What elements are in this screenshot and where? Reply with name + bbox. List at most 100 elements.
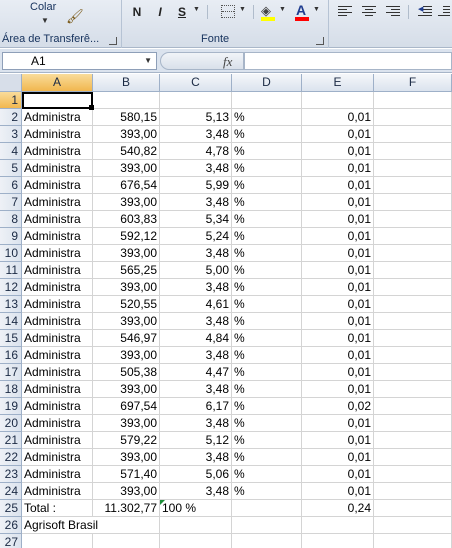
cell-e18[interactable]: 0,01: [302, 381, 374, 398]
cell-a22[interactable]: Administra: [22, 449, 93, 466]
cell-f14[interactable]: [374, 313, 452, 330]
cell-e23[interactable]: 0,01: [302, 466, 374, 483]
cell-e16[interactable]: 0,01: [302, 347, 374, 364]
cell-a10[interactable]: Administra: [22, 245, 93, 262]
cell-a15[interactable]: Administra: [22, 330, 93, 347]
cell-d15[interactable]: %: [232, 330, 302, 347]
cell-f17[interactable]: [374, 364, 452, 381]
row-header-23[interactable]: 23: [0, 466, 22, 483]
cell-e27[interactable]: [302, 534, 374, 548]
row-header-17[interactable]: 17: [0, 364, 22, 381]
cell-f20[interactable]: [374, 415, 452, 432]
cell-c1[interactable]: [160, 92, 232, 109]
cell-e15[interactable]: 0,01: [302, 330, 374, 347]
cell-d6[interactable]: %: [232, 177, 302, 194]
cell-e12[interactable]: 0,01: [302, 279, 374, 296]
cell-d20[interactable]: %: [232, 415, 302, 432]
cell-c14[interactable]: 3,48: [160, 313, 232, 330]
cell-b25[interactable]: 11.302,77: [93, 500, 160, 517]
paste-dropdown-icon[interactable]: ▼: [41, 16, 49, 25]
format-painter-icon[interactable]: 🖌: [66, 8, 84, 25]
cell-d7[interactable]: %: [232, 194, 302, 211]
borders-icon[interactable]: [221, 5, 235, 18]
cell-b19[interactable]: 697,54: [93, 398, 160, 415]
cell-b18[interactable]: 393,00: [93, 381, 160, 398]
cell-f22[interactable]: [374, 449, 452, 466]
cell-a27[interactable]: [22, 534, 93, 548]
cell-d27[interactable]: [232, 534, 302, 548]
cell-f7[interactable]: [374, 194, 452, 211]
cell-b11[interactable]: 565,25: [93, 262, 160, 279]
cell-f12[interactable]: [374, 279, 452, 296]
row-header-10[interactable]: 10: [0, 245, 22, 262]
insert-function-button[interactable]: fx: [223, 54, 232, 70]
row-header-21[interactable]: 21: [0, 432, 22, 449]
row-header-13[interactable]: 13: [0, 296, 22, 313]
cell-a13[interactable]: Administra: [22, 296, 93, 313]
cell-e24[interactable]: 0,01: [302, 483, 374, 500]
cell-b3[interactable]: 393,00: [93, 126, 160, 143]
row-header-3[interactable]: 3: [0, 126, 22, 143]
cell-c20[interactable]: 3,48: [160, 415, 232, 432]
cell-a26[interactable]: Agrisoft Brasil: [22, 517, 98, 534]
underline-dropdown-icon[interactable]: ▼: [193, 6, 200, 13]
cell-b2[interactable]: 580,15: [93, 109, 160, 126]
cell-e26[interactable]: [302, 517, 374, 534]
cell-f6[interactable]: [374, 177, 452, 194]
cell-a24[interactable]: Administra: [22, 483, 93, 500]
cell-a20[interactable]: Administra: [22, 415, 93, 432]
cell-f19[interactable]: [374, 398, 452, 415]
cell-c6[interactable]: 5,99: [160, 177, 232, 194]
row-header-20[interactable]: 20: [0, 415, 22, 432]
cell-f15[interactable]: [374, 330, 452, 347]
cell-d25[interactable]: [232, 500, 302, 517]
cell-d21[interactable]: %: [232, 432, 302, 449]
cell-c15[interactable]: 4,84: [160, 330, 232, 347]
row-header-7[interactable]: 7: [0, 194, 22, 211]
cell-a6[interactable]: Administra: [22, 177, 93, 194]
cell-e19[interactable]: 0,02: [302, 398, 374, 415]
cell-d3[interactable]: %: [232, 126, 302, 143]
cell-e7[interactable]: 0,01: [302, 194, 374, 211]
cell-a23[interactable]: Administra: [22, 466, 93, 483]
cell-e22[interactable]: 0,01: [302, 449, 374, 466]
cell-d2[interactable]: %: [232, 109, 302, 126]
cell-f24[interactable]: [374, 483, 452, 500]
font-color-dropdown-icon[interactable]: ▼: [313, 6, 320, 13]
row-header-14[interactable]: 14: [0, 313, 22, 330]
cell-f3[interactable]: [374, 126, 452, 143]
row-header-11[interactable]: 11: [0, 262, 22, 279]
column-header-b[interactable]: B: [93, 74, 160, 92]
cell-b16[interactable]: 393,00: [93, 347, 160, 364]
decrease-indent-icon[interactable]: ◀: [418, 5, 432, 17]
cell-c3[interactable]: 3,48: [160, 126, 232, 143]
cell-c18[interactable]: 3,48: [160, 381, 232, 398]
cell-b15[interactable]: 546,97: [93, 330, 160, 347]
cell-e20[interactable]: 0,01: [302, 415, 374, 432]
cell-d16[interactable]: %: [232, 347, 302, 364]
cell-e14[interactable]: 0,01: [302, 313, 374, 330]
cell-b9[interactable]: 592,12: [93, 228, 160, 245]
cell-f18[interactable]: [374, 381, 452, 398]
cell-e10[interactable]: 0,01: [302, 245, 374, 262]
cell-a14[interactable]: Administra: [22, 313, 93, 330]
bold-button[interactable]: N: [129, 4, 145, 20]
cell-a4[interactable]: Administra: [22, 143, 93, 160]
cell-f25[interactable]: [374, 500, 452, 517]
cell-a9[interactable]: Administra: [22, 228, 93, 245]
cell-f26[interactable]: [374, 517, 452, 534]
align-left-icon[interactable]: [338, 5, 352, 17]
italic-button[interactable]: I: [153, 4, 167, 20]
row-header-12[interactable]: 12: [0, 279, 22, 296]
cell-c8[interactable]: 5,34: [160, 211, 232, 228]
cell-a2[interactable]: Administra: [22, 109, 93, 126]
cell-f5[interactable]: [374, 160, 452, 177]
fill-handle[interactable]: [89, 105, 94, 110]
cell-c17[interactable]: 4,47: [160, 364, 232, 381]
cell-b27[interactable]: [93, 534, 160, 548]
cell-d22[interactable]: %: [232, 449, 302, 466]
error-indicator-icon[interactable]: [160, 500, 165, 505]
cell-c21[interactable]: 5,12: [160, 432, 232, 449]
cell-e2[interactable]: 0,01: [302, 109, 374, 126]
formula-input[interactable]: [244, 52, 452, 70]
